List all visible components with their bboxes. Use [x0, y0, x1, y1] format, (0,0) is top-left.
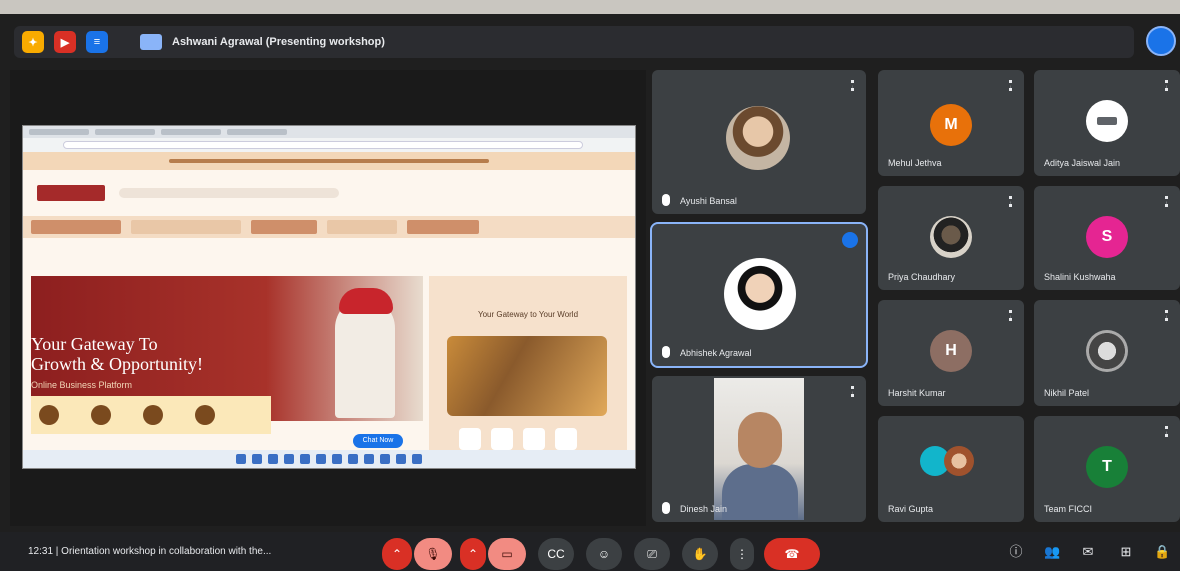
participant-avatar — [1086, 330, 1128, 372]
more-options-icon[interactable] — [1165, 80, 1168, 91]
more-options-icon[interactable] — [1165, 426, 1168, 437]
browser-tabs — [23, 126, 635, 138]
participant-name: Priya Chaudhary — [888, 272, 956, 282]
participant-tile[interactable]: Dinesh Jain — [652, 376, 866, 522]
participant-tile[interactable]: H Harshit Kumar — [878, 300, 1024, 406]
chat-icon[interactable]: ✉ — [1080, 544, 1096, 560]
speaking-indicator-icon — [842, 232, 858, 248]
mic-icon — [662, 502, 670, 514]
feature-icons — [31, 396, 271, 434]
participant-name: Ravi Gupta — [888, 504, 934, 514]
app-icon-1[interactable]: ✦ — [22, 31, 44, 53]
participant-name: Team FICCI — [1044, 504, 1093, 514]
camera-toggle-button[interactable]: ▭ — [488, 538, 526, 570]
participant-name: Harshit Kumar — [888, 388, 946, 398]
meeting-controls-bar: 12:31 | Orientation workshop in collabor… — [0, 532, 1180, 571]
participant-avatar — [726, 106, 790, 170]
participant-avatar — [944, 446, 974, 476]
participant-avatar: S — [1086, 216, 1128, 258]
browser-url-bar — [23, 138, 635, 152]
people-icon[interactable]: 👥 — [1044, 544, 1060, 560]
participant-name: Abhishek Agrawal — [680, 348, 752, 358]
captions-button[interactable]: CC — [538, 538, 574, 570]
participant-tile[interactable]: Ayushi Bansal — [652, 70, 866, 214]
more-options-icon[interactable] — [851, 80, 854, 91]
presentation-icon — [140, 34, 162, 50]
participant-name: Mehul Jethva — [888, 158, 942, 168]
side-title: Your Gateway to Your World — [477, 310, 579, 319]
shared-screen: Your Gateway To Growth & Opportunity! On… — [10, 70, 646, 526]
participant-tile[interactable]: T Team FICCI — [1034, 416, 1180, 522]
activities-icon[interactable]: ⊞ — [1118, 544, 1134, 560]
site-search — [119, 188, 339, 198]
more-options-icon[interactable] — [851, 386, 854, 397]
more-options-icon[interactable] — [1165, 196, 1168, 207]
participant-name: Nikhil Patel — [1044, 388, 1090, 398]
participant-avatar: H — [930, 330, 972, 372]
participant-name: Dinesh Jain — [680, 504, 728, 514]
participant-avatar: T — [1086, 446, 1128, 488]
presenter-label: Ashwani Agrawal (Presenting workshop) — [172, 36, 385, 48]
end-call-button[interactable]: ☎ — [764, 538, 820, 570]
participant-name: Aditya Jaiswal Jain — [1044, 158, 1121, 168]
shared-browser-window: Your Gateway To Growth & Opportunity! On… — [22, 125, 636, 469]
mic-off-icon — [662, 194, 670, 206]
browser-top-strip — [0, 0, 1180, 14]
more-options-icon[interactable] — [1165, 310, 1168, 321]
more-options-button[interactable]: ⋮ — [730, 538, 754, 570]
participant-video — [714, 378, 804, 520]
windows-taskbar — [23, 450, 635, 468]
site-header — [23, 170, 635, 216]
app-icon-2[interactable]: ▶ — [54, 31, 76, 53]
participant-tile[interactable]: Ravi Gupta — [878, 416, 1024, 522]
site-chat-button: Chat Now — [353, 434, 403, 448]
emoji-button[interactable]: ☺ — [586, 538, 622, 570]
participant-avatar — [724, 258, 796, 330]
participant-name: Shalini Kushwaha — [1044, 272, 1116, 282]
mic-icon — [662, 346, 670, 358]
presentation-bar: ✦ ▶ ≡ Ashwani Agrawal (Presenting worksh… — [14, 26, 1134, 58]
present-button[interactable]: ⎚ — [634, 538, 670, 570]
meeting-title: 12:31 | Orientation workshop in collabor… — [28, 546, 272, 557]
hero-person-image — [335, 298, 395, 418]
meet-window: ✦ ▶ ≡ Ashwani Agrawal (Presenting worksh… — [0, 0, 1180, 571]
meeting-details-button[interactable] — [1146, 26, 1176, 56]
app-icon-3[interactable]: ≡ — [86, 31, 108, 53]
participant-avatar: M — [930, 104, 972, 146]
info-icon[interactable]: ⓘ — [1008, 544, 1024, 560]
mic-options-button[interactable]: ⌃ — [382, 538, 412, 570]
mic-toggle-button[interactable]: 🎙 — [414, 538, 452, 570]
site-menu — [23, 216, 635, 238]
participant-name: Ayushi Bansal — [680, 196, 737, 206]
participant-avatar — [1086, 100, 1128, 142]
side-artwork — [447, 336, 607, 416]
participant-avatar — [930, 216, 972, 258]
lock-icon[interactable]: 🔒 — [1154, 544, 1170, 560]
more-options-icon[interactable] — [1009, 310, 1012, 321]
participant-tile[interactable]: Nikhil Patel — [1034, 300, 1180, 406]
more-options-icon[interactable] — [1009, 80, 1012, 91]
site-logo — [37, 185, 105, 201]
participant-tile[interactable]: Aditya Jaiswal Jain — [1034, 70, 1180, 176]
hero-title: Your Gateway To Growth & Opportunity! — [31, 334, 203, 374]
site-banner — [23, 152, 635, 170]
participant-tile[interactable]: Abhishek Agrawal — [650, 222, 868, 368]
camera-options-button[interactable]: ⌃ — [460, 538, 486, 570]
more-options-icon[interactable] — [1009, 196, 1012, 207]
participant-tile[interactable]: Priya Chaudhary — [878, 186, 1024, 290]
participant-tile[interactable]: M Mehul Jethva — [878, 70, 1024, 176]
participant-tile[interactable]: S Shalini Kushwaha — [1034, 186, 1180, 290]
raise-hand-button[interactable]: ✋ — [682, 538, 718, 570]
hero-subtitle: Online Business Platform — [31, 380, 133, 390]
site-side-panel: Your Gateway to Your World — [429, 276, 627, 464]
